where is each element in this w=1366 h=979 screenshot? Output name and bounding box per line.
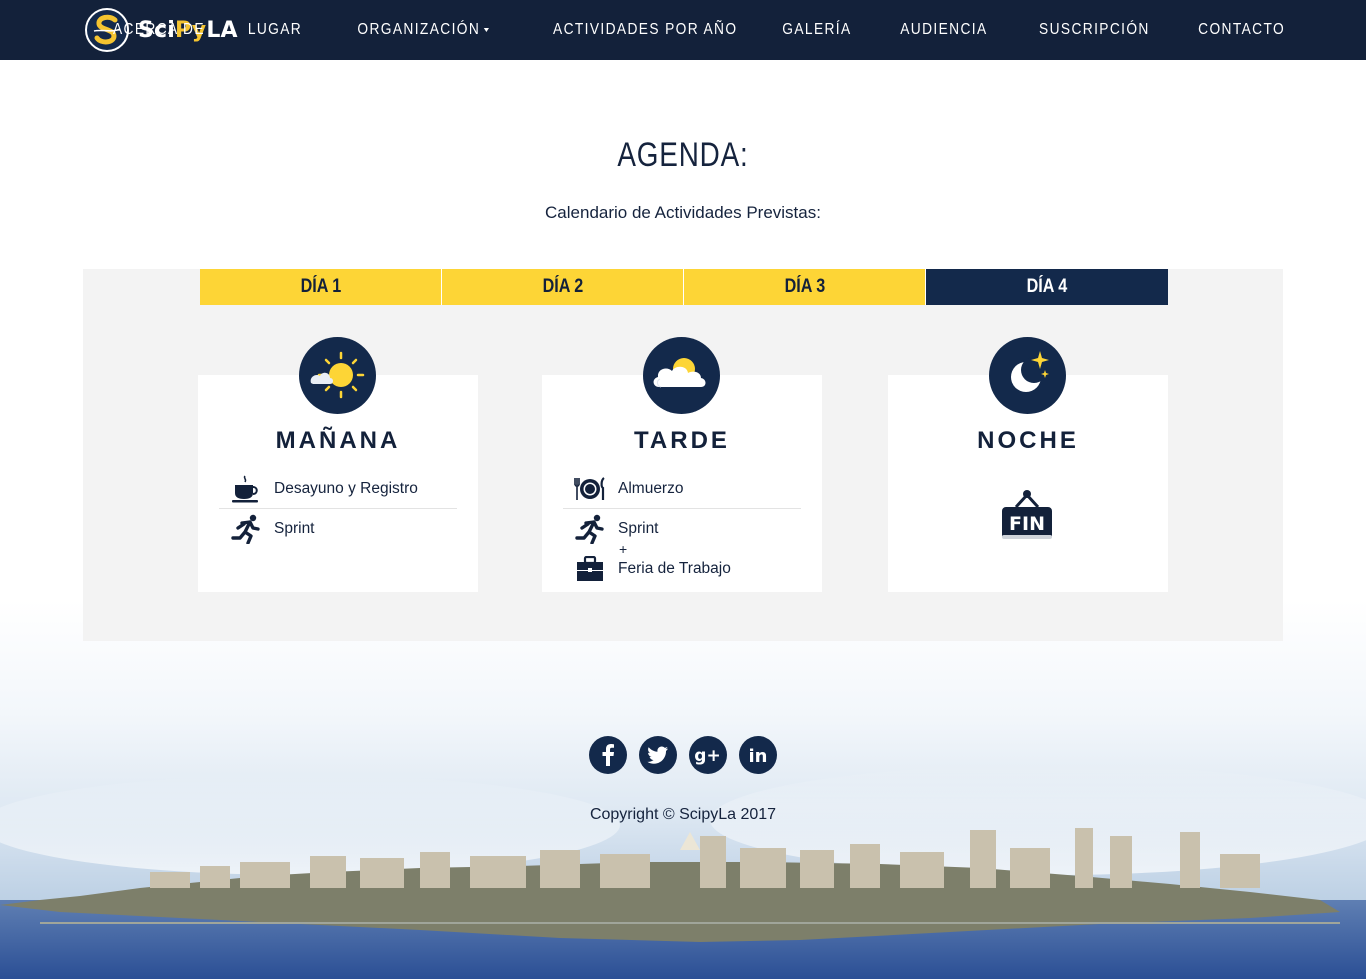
twitter-icon [647, 746, 668, 764]
google-plus-link[interactable]: g+ [689, 736, 727, 774]
svg-text:g+: g+ [694, 746, 720, 766]
nav-label: Acerca de [112, 21, 205, 38]
runner-icon [229, 514, 263, 544]
nav-item-suscripcion[interactable]: Suscripción [1039, 21, 1150, 39]
day-tabs: DÍA 1 DÍA 2 DÍA 3 DÍA 4 [200, 269, 1168, 305]
tab-dia-3[interactable]: DÍA 3 [684, 269, 926, 305]
skyline-illustration [0, 765, 1366, 979]
social-links: g+ in [589, 736, 789, 774]
divider [563, 508, 801, 509]
nav-label: Actividades por año [552, 21, 738, 38]
caret-down-icon [483, 28, 489, 32]
sun-cloud-icon [299, 337, 376, 414]
nav-label: Contacto [1198, 21, 1285, 38]
list-item: Almuerzo [563, 470, 801, 508]
nav-item-acerca-de[interactable]: Acerca de [113, 21, 205, 39]
nav-item-galeria[interactable]: Galería [782, 21, 851, 39]
item-label: Sprint [618, 520, 659, 537]
card-title: NOCHE [977, 427, 1079, 454]
nav-item-contacto[interactable]: Contacto [1198, 21, 1285, 39]
tab-label: DÍA 2 [542, 276, 583, 297]
moon-stars-icon [989, 337, 1066, 414]
card-title: MAÑANA [275, 427, 401, 454]
list-item: Sprint [563, 510, 801, 548]
tab-label: DÍA 3 [784, 276, 825, 297]
tab-label: DÍA 1 [300, 276, 341, 297]
nav-label: Organización [357, 21, 481, 38]
plate-cutlery-icon [573, 474, 607, 504]
fin-sign-icon: FIN [1000, 487, 1054, 543]
nav-item-audiencia[interactable]: Audiencia [900, 21, 987, 39]
coffee-cup-icon [229, 474, 263, 504]
nav-label: Suscripción [1039, 21, 1150, 38]
linkedin-link[interactable]: in [739, 736, 777, 774]
copyright-text: Copyright © ScipyLa 2017 [589, 806, 777, 823]
list-item: Feria de Trabajo [563, 550, 801, 588]
nav-label: Galería [782, 21, 852, 38]
item-label: Almuerzo [618, 480, 684, 497]
linkedin-icon: in [749, 746, 768, 767]
tab-label: DÍA 4 [1026, 276, 1068, 297]
nav-label: Audiencia [899, 21, 988, 38]
main-nav: Acerca de Lugar Organización Actividades… [64, 0, 1285, 60]
cloud-sun-icon [643, 337, 720, 414]
nav-label: Lugar [247, 21, 302, 38]
item-label: Feria de Trabajo [618, 560, 731, 577]
tab-dia-2[interactable]: DÍA 2 [442, 269, 684, 305]
nav-item-actividades[interactable]: Actividades por año [553, 21, 737, 39]
divider [219, 508, 457, 509]
tab-dia-4[interactable]: DÍA 4 [926, 269, 1168, 305]
card-title: TARDE [634, 427, 730, 454]
item-label: Sprint [274, 520, 315, 537]
item-label: Desayuno y Registro [274, 480, 418, 497]
page-subtitle: Calendario de Actividades Previstas: [545, 203, 821, 222]
svg-text:in: in [749, 746, 768, 767]
top-navbar: SciPyLA Acerca de Lugar Organización Act… [0, 0, 1366, 60]
page-title: AGENDA: [617, 136, 749, 174]
runner-icon [573, 514, 607, 544]
facebook-icon [602, 744, 614, 766]
twitter-link[interactable] [639, 736, 677, 774]
havana-skyline-image [0, 600, 1366, 979]
nav-item-organizacion[interactable]: Organización [357, 21, 489, 39]
list-item: Desayuno y Registro [219, 470, 457, 508]
facebook-link[interactable] [589, 736, 627, 774]
nav-item-lugar[interactable]: Lugar [248, 21, 302, 39]
fin-label: FIN [1009, 513, 1045, 535]
google-plus-icon: g+ [694, 746, 720, 766]
briefcase-icon [573, 554, 607, 584]
list-item: Sprint [219, 510, 457, 548]
tab-dia-1[interactable]: DÍA 1 [200, 269, 442, 305]
